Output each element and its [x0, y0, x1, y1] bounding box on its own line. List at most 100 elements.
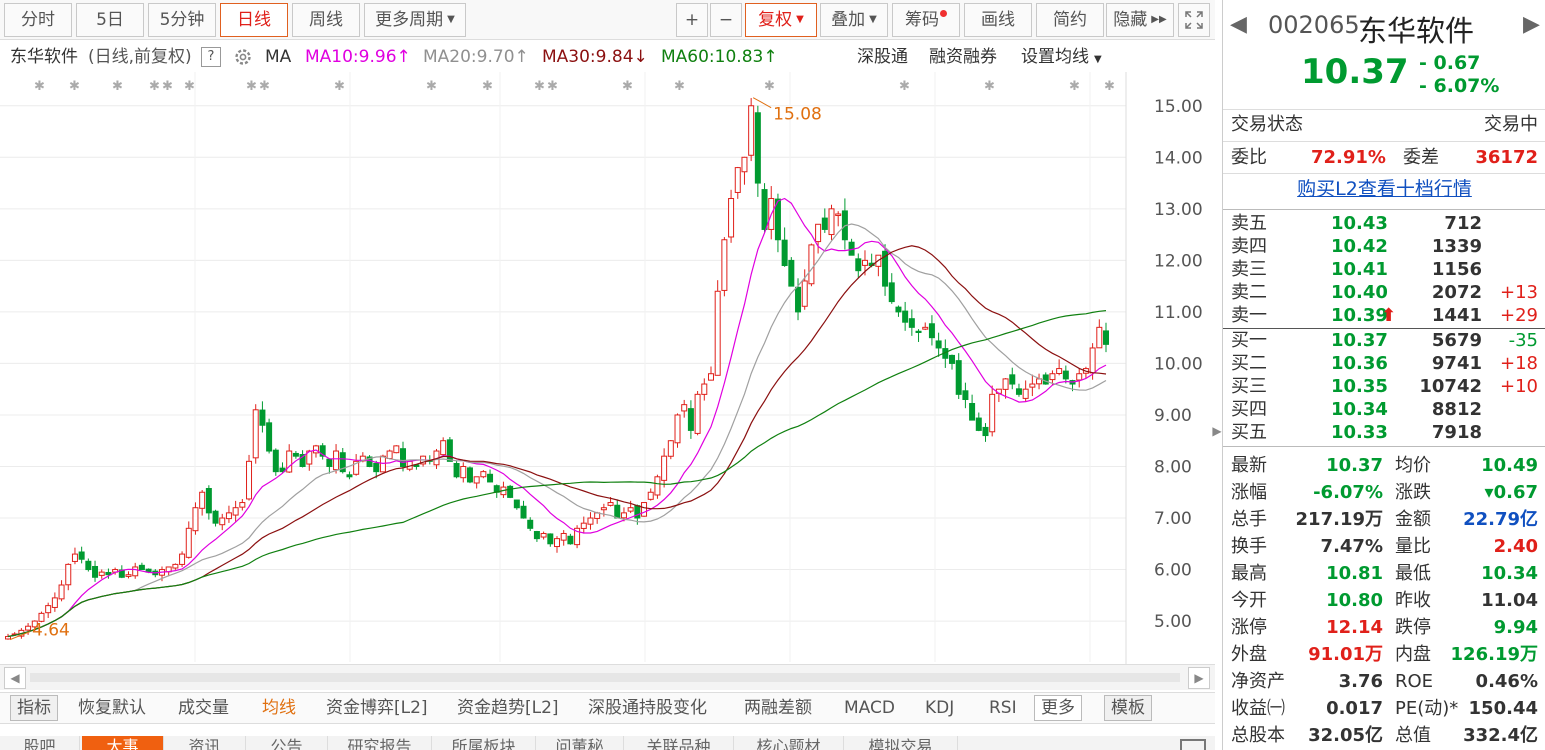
candle-body[interactable]	[681, 404, 688, 412]
event-marker-icon[interactable]: ✱	[1104, 79, 1115, 94]
event-marker-icon[interactable]: ✱	[34, 79, 45, 94]
candle-body[interactable]	[58, 584, 65, 600]
candle-body[interactable]	[393, 445, 400, 454]
indicator-margin-diff[interactable]: 两融差额	[744, 693, 812, 723]
candle-body[interactable]	[25, 625, 32, 631]
candle-body[interactable]	[98, 571, 105, 576]
event-marker-icon[interactable]: ✱	[246, 79, 257, 94]
ask-row-3[interactable]: 卖三 10.41 1156	[1223, 258, 1545, 281]
tab-weekly[interactable]: 周线	[292, 3, 360, 37]
candle-body[interactable]	[801, 280, 808, 307]
candle-body[interactable]	[654, 476, 661, 496]
candle-body[interactable]	[922, 326, 929, 330]
candle-body[interactable]	[453, 462, 460, 478]
candle-body[interactable]	[5, 636, 11, 640]
link-margin[interactable]: 融资融券	[929, 42, 997, 72]
candle-body[interactable]	[748, 105, 755, 156]
candle-body[interactable]	[781, 239, 788, 267]
candle-body[interactable]	[125, 574, 132, 577]
candle-body[interactable]	[1049, 373, 1056, 381]
tab-intraday[interactable]: 分时	[4, 3, 72, 37]
buy-l2-link[interactable]: 购买L2查看十档行情	[1223, 178, 1545, 201]
candle-body[interactable]	[473, 476, 480, 484]
candle-body[interactable]	[721, 239, 728, 291]
candle-body[interactable]	[379, 455, 386, 473]
candle-body[interactable]	[587, 517, 594, 525]
candle-body[interactable]	[172, 563, 179, 569]
candle-body[interactable]	[835, 213, 842, 217]
zoom-in-button[interactable]: +	[676, 3, 708, 37]
candle-body[interactable]	[895, 306, 902, 313]
candle-body[interactable]	[520, 505, 527, 519]
candle-body[interactable]	[707, 373, 714, 381]
candle-body[interactable]	[540, 532, 547, 538]
candle-body[interactable]	[373, 462, 380, 473]
candle-body[interactable]	[855, 258, 862, 272]
bid-row-2[interactable]: 买二 10.36 9741 +18	[1223, 352, 1545, 375]
candle-body[interactable]	[614, 504, 621, 519]
candle-body[interactable]	[225, 512, 232, 520]
scroll-left-icon[interactable]: ◀	[4, 667, 26, 689]
ask-row-4[interactable]: 卖二 10.40 2072 +13	[1223, 281, 1545, 304]
candle-body[interactable]	[975, 417, 982, 431]
candle-body[interactable]	[728, 198, 735, 238]
candle-body[interactable]	[85, 560, 92, 571]
bid-row-5[interactable]: 买五 10.33 7918	[1223, 421, 1545, 444]
candle-body[interactable]	[65, 563, 72, 586]
event-marker-icon[interactable]: ✱	[899, 79, 910, 94]
candle-body[interactable]	[1056, 368, 1063, 375]
candle-body[interactable]	[259, 409, 266, 426]
candle-body[interactable]	[1015, 388, 1022, 395]
fullscreen-button[interactable]	[1178, 3, 1210, 37]
candle-body[interactable]	[687, 408, 694, 431]
indicator-ma[interactable]: 均线	[262, 693, 296, 723]
candle-body[interactable]	[1089, 347, 1096, 374]
candle-body[interactable]	[219, 517, 226, 526]
tab-ask-secretary[interactable]: 问董秘	[536, 736, 624, 750]
event-marker-icon[interactable]: ✱	[184, 79, 195, 94]
collapse-panel-icon[interactable]: ▶	[1212, 418, 1222, 444]
candle-body[interactable]	[815, 223, 822, 243]
indicator-macd[interactable]: MACD	[844, 693, 895, 723]
candle-body[interactable]	[1096, 326, 1103, 349]
indicator-rsi[interactable]: RSI	[989, 693, 1017, 723]
tab-news[interactable]: 资讯	[164, 736, 246, 750]
candle-body[interactable]	[828, 208, 835, 236]
adjust-button[interactable]: 复权 ▼	[745, 3, 817, 37]
candle-body[interactable]	[788, 259, 795, 287]
candle-body[interactable]	[446, 439, 453, 462]
candle-body[interactable]	[487, 473, 494, 483]
candle-body[interactable]	[138, 564, 145, 571]
chart-hscroll[interactable]: ◀ ▶	[0, 664, 1215, 690]
candle-body[interactable]	[1062, 370, 1069, 380]
indicator-menu-button[interactable]: 指标	[10, 695, 58, 721]
event-marker-icon[interactable]: ✱	[674, 79, 685, 94]
candle-body[interactable]	[192, 507, 199, 532]
candle-body[interactable]	[232, 507, 239, 516]
ask-row-5[interactable]: 卖一 10.39 ⬆ 1441 +29	[1223, 304, 1545, 327]
candle-body[interactable]	[701, 383, 708, 395]
candle-body[interactable]	[527, 519, 534, 529]
event-marker-icon[interactable]: ✱	[69, 79, 80, 94]
candle-body[interactable]	[567, 535, 574, 545]
tab-more-periods[interactable]: 更多周期 ▼	[364, 3, 466, 37]
candle-body[interactable]	[795, 286, 802, 313]
candle-body[interactable]	[179, 553, 186, 565]
candle-body[interactable]	[533, 531, 540, 540]
scroll-track[interactable]	[30, 673, 1180, 682]
candle-body[interactable]	[386, 450, 393, 460]
candle-body[interactable]	[239, 502, 246, 508]
candle-body[interactable]	[205, 488, 212, 514]
chips-button[interactable]: 筹码	[892, 3, 960, 37]
candle-body[interactable]	[1022, 388, 1029, 399]
event-marker-icon[interactable]: ✱	[426, 79, 437, 94]
event-marker-icon[interactable]: ✱	[162, 79, 173, 94]
event-marker-icon[interactable]: ✱	[547, 79, 558, 94]
candle-body[interactable]	[754, 112, 761, 184]
indicator-more-button[interactable]: 更多	[1034, 695, 1082, 721]
candle-body[interactable]	[647, 491, 654, 500]
candle-body[interactable]	[989, 393, 996, 433]
tab-sim-trade[interactable]: 模拟交易	[844, 736, 958, 750]
candle-body[interactable]	[266, 422, 273, 452]
event-marker-icon[interactable]: ✱	[984, 79, 995, 94]
